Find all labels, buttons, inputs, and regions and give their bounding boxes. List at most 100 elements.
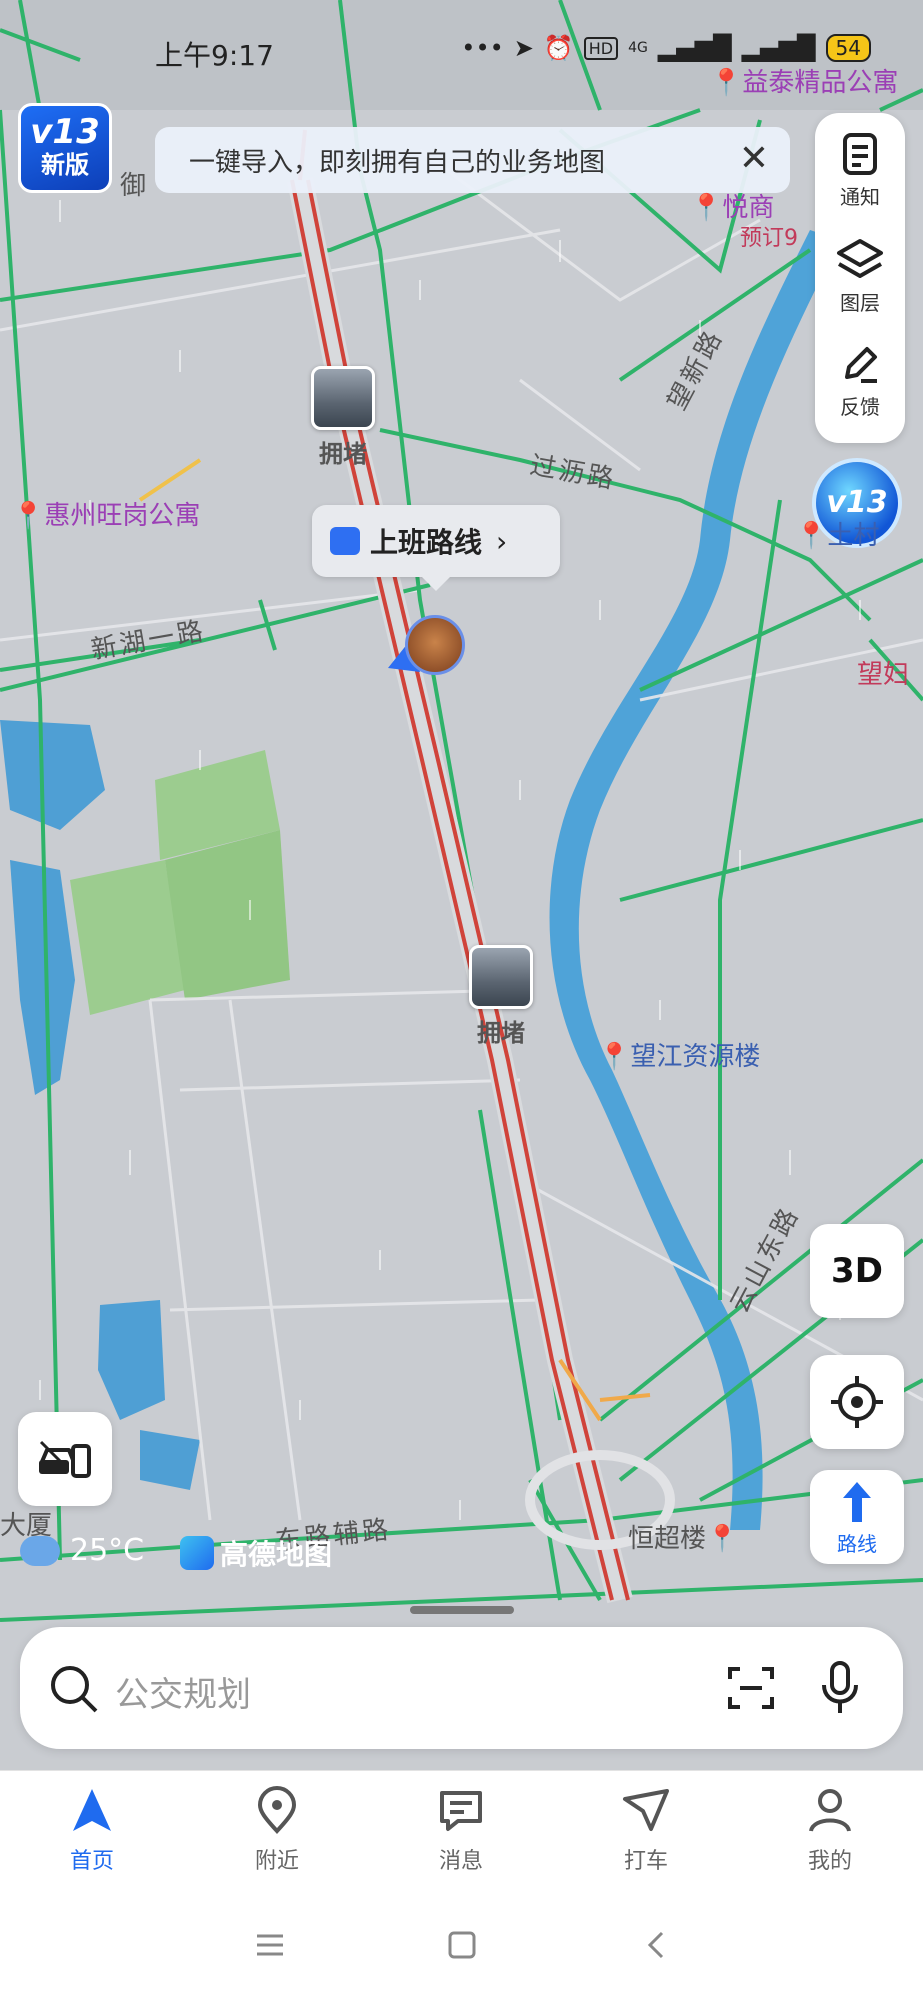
congestion-label: 拥堵 bbox=[319, 440, 367, 468]
status-time: 上午9:17 bbox=[155, 39, 274, 72]
import-business-map-banner[interactable]: 一键导入，即刻拥有自己的业务地图 ✕ bbox=[155, 127, 790, 193]
menu-icon[interactable] bbox=[255, 1930, 285, 1960]
v13-new-version-badge[interactable]: v13 新版 bbox=[18, 103, 112, 193]
more-dots-icon: ••• bbox=[461, 34, 504, 62]
tab-label: 消息 bbox=[438, 1849, 483, 1874]
battery-icon: 54 bbox=[825, 34, 871, 62]
signal-icon: ▂▄▆█ bbox=[657, 34, 732, 62]
traffic-mode-button[interactable] bbox=[18, 1412, 112, 1506]
poi-yueshang[interactable]: 📍悦商 bbox=[690, 187, 774, 224]
taxi-icon bbox=[623, 1789, 669, 1831]
route-arrow-icon bbox=[843, 1482, 871, 1522]
lake-4 bbox=[140, 1430, 200, 1490]
network-label: 4G bbox=[628, 40, 648, 56]
congestion-marker[interactable]: 拥堵 bbox=[311, 366, 375, 469]
hd-icon: HD bbox=[583, 36, 619, 60]
car-phone-icon bbox=[39, 1440, 91, 1478]
park-3 bbox=[165, 830, 290, 1000]
poi-booking[interactable]: 预订9 bbox=[740, 220, 798, 252]
poi-label: 惠州旺岗公寓 bbox=[44, 501, 201, 531]
poi-label: 恒超楼 bbox=[628, 1524, 707, 1554]
tab-label: 附近 bbox=[254, 1849, 299, 1874]
system-nav-bar bbox=[0, 1888, 923, 2000]
park-2 bbox=[70, 860, 185, 1015]
briefcase-icon bbox=[330, 527, 360, 555]
route-button[interactable]: 路线 bbox=[810, 1470, 904, 1564]
temperature: 25°C bbox=[70, 1533, 145, 1568]
congestion-marker[interactable]: 拥堵 bbox=[469, 945, 533, 1048]
tab-label: 打车 bbox=[623, 1849, 668, 1874]
home-arrow-icon bbox=[73, 1789, 111, 1831]
status-icons: ••• ➤ ⏰ HD 4G ▂▄▆█ ▂▄▆█ 54 bbox=[461, 34, 871, 62]
right-tool-panel: 通知 图层 反馈 bbox=[815, 113, 905, 443]
close-icon[interactable]: ✕ bbox=[734, 139, 774, 179]
amap-logo-icon bbox=[180, 1536, 214, 1570]
search-bar[interactable]: 公交规划 bbox=[20, 1627, 903, 1749]
poi-hengchao-building[interactable]: 恒超楼📍 bbox=[628, 1518, 738, 1555]
drawer-drag-handle[interactable] bbox=[410, 1606, 514, 1614]
notice-icon bbox=[843, 133, 877, 175]
badge-text: 新版 bbox=[41, 151, 89, 179]
chevron-right-icon: › bbox=[496, 524, 508, 558]
pin-icon: 📍 bbox=[706, 1524, 739, 1554]
amap-logo: 高德地图 bbox=[180, 1533, 332, 1573]
signal-icon-2: ▂▄▆█ bbox=[741, 34, 816, 62]
notice-button[interactable]: 通知 bbox=[815, 131, 905, 210]
poi-wangjiang-building[interactable]: 📍望江资源楼 bbox=[598, 1036, 760, 1073]
poi-yitai-apartment[interactable]: 📍益泰精品公寓 bbox=[710, 62, 898, 99]
microphone-icon[interactable] bbox=[820, 1659, 860, 1715]
feedback-button[interactable]: 反馈 bbox=[815, 341, 905, 420]
tab-messages[interactable]: 消息 bbox=[401, 1785, 521, 1875]
3d-toggle-button[interactable]: 3D bbox=[810, 1224, 904, 1318]
pin-icon: 📍 bbox=[12, 501, 45, 531]
brand-name: 高德地图 bbox=[220, 1538, 333, 1571]
map-canvas[interactable] bbox=[0, 0, 923, 1760]
poi-label: 土村 bbox=[827, 521, 880, 551]
poi-huizhou-apartment[interactable]: 📍惠州旺岗公寓 bbox=[12, 495, 200, 532]
user-location-avatar[interactable] bbox=[405, 615, 465, 675]
tab-label: 我的 bbox=[807, 1849, 852, 1874]
3d-label: 3D bbox=[831, 1251, 883, 1291]
poi-yu[interactable]: 御 bbox=[120, 165, 146, 202]
feedback-icon bbox=[845, 347, 877, 383]
pin-icon: 📍 bbox=[795, 521, 828, 551]
home-square-icon[interactable] bbox=[447, 1930, 477, 1960]
poi-village[interactable]: 📍土村 bbox=[795, 515, 879, 552]
tab-home[interactable]: 首页 bbox=[32, 1785, 152, 1875]
bottom-tab-bar: 首页 附近 消息 打车 我的 bbox=[0, 1770, 923, 1889]
nearby-pin-icon bbox=[257, 1786, 297, 1834]
pin-icon: 📍 bbox=[598, 1042, 631, 1072]
traffic-camera-thumbnail bbox=[469, 945, 533, 1009]
notice-label: 通知 bbox=[840, 185, 880, 209]
pin-icon: 📍 bbox=[710, 68, 743, 98]
search-input[interactable]: 公交规划 bbox=[115, 1667, 251, 1716]
scan-icon[interactable] bbox=[726, 1663, 776, 1713]
layers-button[interactable]: 图层 bbox=[815, 237, 905, 316]
tab-label: 首页 bbox=[69, 1849, 114, 1874]
traffic-camera-thumbnail bbox=[311, 366, 375, 430]
locate-button[interactable] bbox=[810, 1355, 904, 1449]
alarm-icon: ⏰ bbox=[543, 34, 574, 62]
poi-label: 望江资源楼 bbox=[630, 1042, 761, 1072]
poi-label: 悦商 bbox=[722, 193, 775, 223]
poi-hospital[interactable]: 望妇 bbox=[857, 660, 917, 690]
back-icon[interactable] bbox=[642, 1930, 672, 1960]
poi-label: 益泰精品公寓 bbox=[742, 68, 899, 98]
pin-icon: 📍 bbox=[690, 193, 723, 223]
user-icon bbox=[809, 1789, 851, 1832]
layers-icon bbox=[837, 239, 883, 278]
layers-label: 图层 bbox=[840, 291, 880, 315]
tab-taxi[interactable]: 打车 bbox=[586, 1785, 706, 1875]
route-label: 路线 bbox=[837, 1532, 877, 1556]
congestion-label: 拥堵 bbox=[477, 1019, 525, 1047]
tab-profile[interactable]: 我的 bbox=[770, 1785, 890, 1875]
feedback-label: 反馈 bbox=[840, 395, 880, 419]
crosshair-icon bbox=[831, 1376, 883, 1428]
commute-route-bubble[interactable]: 上班路线 › bbox=[312, 505, 560, 591]
weather-widget[interactable]: 25°C bbox=[20, 1533, 144, 1568]
location-arrow-icon: ➤ bbox=[513, 34, 534, 62]
banner-text: 一键导入，即刻拥有自己的业务地图 bbox=[189, 147, 606, 178]
message-icon bbox=[440, 1791, 482, 1831]
tab-nearby[interactable]: 附近 bbox=[217, 1785, 337, 1875]
search-icon bbox=[51, 1666, 98, 1713]
